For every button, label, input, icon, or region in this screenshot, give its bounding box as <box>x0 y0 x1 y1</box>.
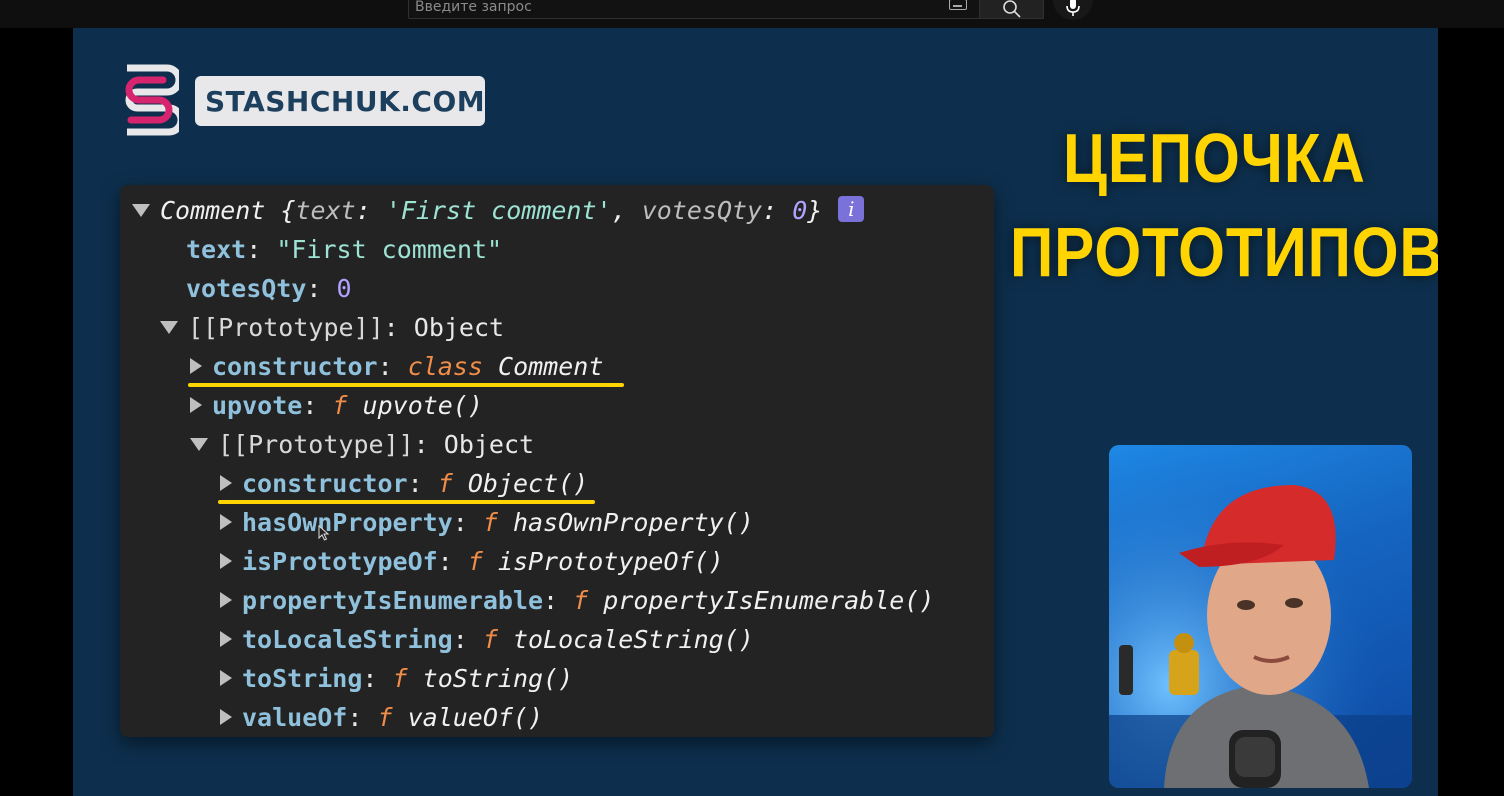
keyboard-icon[interactable] <box>949 0 967 10</box>
slide-title-line-2: ПРОТОТИПОВ <box>1010 213 1438 291</box>
collapsed-arrow-icon[interactable] <box>220 592 232 608</box>
collapsed-arrow-icon[interactable] <box>220 475 232 491</box>
method-isprototypeof[interactable]: isPrototypeOf: f isPrototypeOf() <box>220 544 724 580</box>
property-text: text: "First comment" <box>186 235 503 264</box>
property-votesqty: votesQty: 0 <box>186 274 352 303</box>
search-box[interactable] <box>408 0 980 19</box>
method-valueof[interactable]: valueOf: f valueOf() <box>220 700 543 736</box>
logo-text: STASHCHUK.COM <box>205 85 486 118</box>
prototype-2[interactable]: [[Prototype]]: Object <box>190 427 534 463</box>
prototype-1[interactable]: [[Prototype]]: Object <box>160 310 504 346</box>
top-bar <box>0 0 1504 28</box>
collapsed-arrow-icon[interactable] <box>220 709 232 725</box>
expand-arrow-icon[interactable] <box>190 437 208 451</box>
presenter-portrait-image <box>1109 445 1412 788</box>
highlight-underline <box>188 383 624 387</box>
expand-arrow-icon[interactable] <box>132 203 150 217</box>
collapsed-arrow-icon[interactable] <box>220 670 232 686</box>
method-tolocalestring[interactable]: toLocaleString: f toLocaleString() <box>220 622 754 658</box>
video-frame[interactable]: STASHCHUK.COM ЦЕПОЧКА ПРОТОТИПОВ Comment… <box>73 28 1438 796</box>
method-constructor-object[interactable]: constructor: f Object() <box>220 466 588 502</box>
microphone-icon <box>1066 0 1080 16</box>
slide-title-line-1: ЦЕПОЧКА <box>1063 119 1366 197</box>
info-icon[interactable]: i <box>838 196 865 222</box>
devtools-console-panel: Comment {text: 'First comment', votesQty… <box>120 185 994 737</box>
highlight-underline <box>218 500 595 504</box>
property-constructor-class[interactable]: constructor: class Comment <box>190 349 603 385</box>
expand-arrow-icon[interactable] <box>160 320 178 334</box>
voice-search-button[interactable] <box>1053 0 1093 20</box>
search-icon <box>1003 0 1021 18</box>
property-upvote[interactable]: upvote: f upvote() <box>190 388 483 424</box>
collapsed-arrow-icon[interactable] <box>220 514 232 530</box>
method-tostring[interactable]: toString: f toString() <box>220 661 573 697</box>
collapsed-arrow-icon[interactable] <box>220 631 232 647</box>
search-button[interactable] <box>980 0 1044 19</box>
method-hasownproperty[interactable]: hasOwnProperty: f hasOwnProperty() <box>220 505 754 541</box>
mouse-cursor-icon <box>318 525 330 541</box>
console-root-object[interactable]: Comment {text: 'First comment', votesQty… <box>132 193 865 229</box>
search-input[interactable] <box>415 0 935 17</box>
stashchuk-logo-icon <box>125 64 179 136</box>
presenter-webcam <box>1109 445 1412 788</box>
collapsed-arrow-icon[interactable] <box>190 397 202 413</box>
collapsed-arrow-icon[interactable] <box>220 553 232 569</box>
method-propertyisenumerable[interactable]: propertyIsEnumerable: f propertyIsEnumer… <box>220 583 934 619</box>
logo-badge: STASHCHUK.COM <box>195 76 485 126</box>
collapsed-arrow-icon[interactable] <box>190 358 202 374</box>
